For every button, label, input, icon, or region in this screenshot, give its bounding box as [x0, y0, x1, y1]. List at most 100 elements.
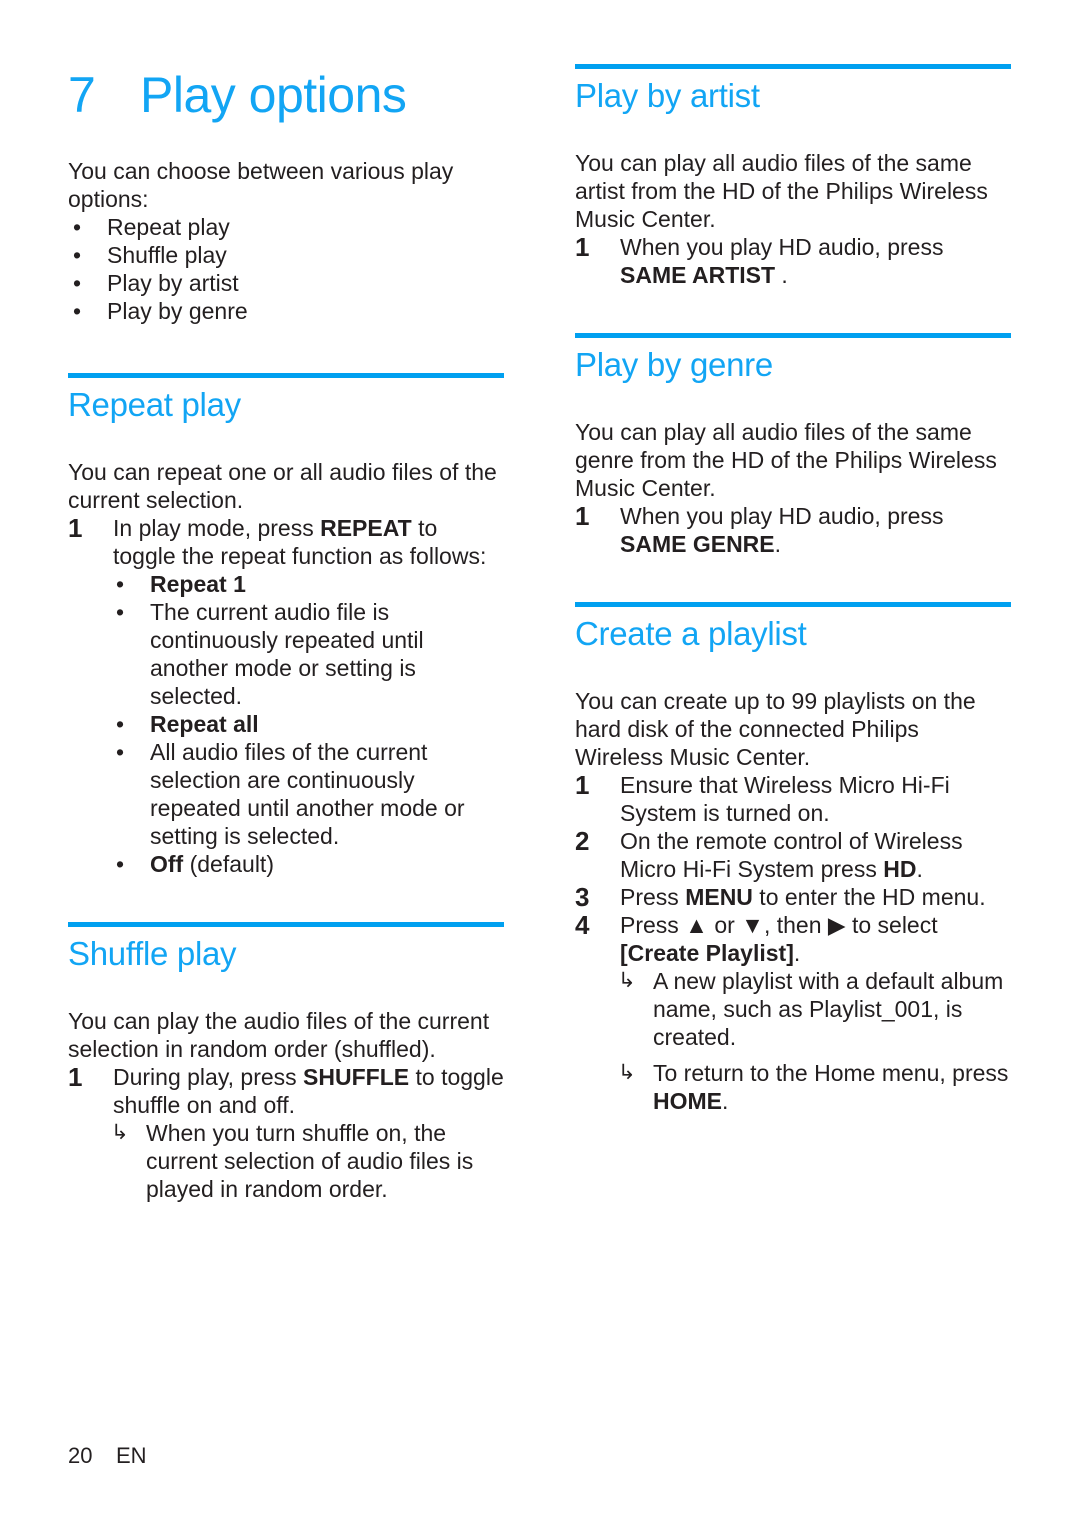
list-item-label: Repeat play: [107, 214, 230, 240]
mode-desc: All audio files of the current selection…: [150, 738, 465, 849]
intro-paragraph: You can choose between various play opti…: [68, 158, 454, 212]
chapter-number: 7: [68, 67, 96, 123]
section-heading: Create a playlist: [575, 614, 807, 652]
list-item: • Shuffle play: [68, 241, 504, 269]
step-text: In play mode, press: [113, 514, 321, 541]
step-number: 1: [575, 769, 590, 800]
result-item: ↳ When you turn shuffle on, the current …: [111, 1119, 504, 1203]
result-text-before: To return to the Home menu, press: [653, 1059, 1009, 1086]
mode-desc: The current audio file is continuously r…: [150, 598, 424, 709]
list-item-label: Repeat all: [150, 710, 504, 738]
step-body: Ensure that Wireless Micro Hi-Fi System …: [620, 771, 1011, 827]
bullet-icon: •: [73, 270, 82, 296]
section-repeat-play: Repeat play You can repeat one or all au…: [68, 373, 504, 878]
section-play-by-genre: Play by genre You can play all audio fil…: [575, 332, 1011, 558]
step-text: When you play HD audio, press: [620, 233, 944, 260]
key-label: REPEAT: [320, 514, 412, 541]
key-label: SAME ARTIST: [620, 261, 776, 288]
result-text: A new playlist with a default album name…: [653, 967, 1011, 1051]
step-body: Press MENU to enter the HD menu.: [620, 883, 1011, 911]
list-item-label: The current audio file is continuously r…: [150, 598, 504, 710]
chapter-title: Play options: [140, 67, 407, 123]
step-text: During play, press: [113, 1063, 304, 1090]
key-label: HOME: [653, 1087, 722, 1114]
key-label: MENU: [685, 883, 753, 910]
mode-name: Repeat 1: [150, 570, 246, 597]
step-text: When you play HD audio, press: [620, 502, 944, 529]
section-rule: [575, 332, 1011, 338]
section-rule: [575, 64, 1011, 69]
step-text-cont: .: [916, 855, 923, 882]
key-label: HD: [883, 855, 917, 882]
play-options-list: • Repeat play • Shuffle play • Play by a…: [68, 213, 504, 325]
document-page: 7 Play options You can choose between va…: [0, 0, 1080, 1527]
list-item-label: All audio files of the current selection…: [150, 738, 504, 850]
right-column: Play by artist You can play all audio fi…: [575, 0, 1011, 1115]
mode-name: Repeat all: [150, 710, 259, 737]
chapter-heading: 7 Play options: [68, 0, 504, 123]
key-label: [Create Playlist]: [620, 939, 794, 966]
step-item: 3 Press MENU to enter the HD menu.: [575, 883, 1011, 911]
artist-steps: 1 When you play HD audio, press SAME ART…: [575, 233, 1011, 289]
step-body: On the remote control of Wireless Micro …: [620, 827, 1011, 883]
step-number: 1: [575, 231, 590, 262]
repeat-modes-list: • Repeat 1 • The current audio file is c…: [68, 570, 504, 878]
list-item: • The current audio file is continuously…: [111, 598, 504, 710]
result-item: ↳ To return to the Home menu, press HOME…: [618, 1059, 1011, 1115]
section-paragraph: You can play all audio files of the same…: [575, 149, 988, 232]
section-rule: [575, 601, 1011, 607]
list-item: • Play by artist: [68, 269, 504, 297]
language-code: EN: [116, 1443, 147, 1468]
step-number: 1: [68, 1061, 83, 1092]
shuffle-results: ↳ When you turn shuffle on, the current …: [68, 1119, 504, 1203]
section-paragraph: You can create up to 99 playlists on the…: [575, 687, 976, 770]
step-item: 2 On the remote control of Wireless Micr…: [575, 827, 1011, 883]
step-item: 1 When you play HD audio, press SAME GEN…: [575, 502, 1011, 558]
result-text: To return to the Home menu, press HOME.: [653, 1059, 1011, 1115]
bullet-icon: •: [116, 850, 125, 877]
step-item: 1 When you play HD audio, press SAME ART…: [575, 233, 1011, 289]
section-paragraph: You can play all audio files of the same…: [575, 418, 997, 501]
result-arrow-icon: ↳: [618, 1060, 636, 1084]
bullet-icon: •: [116, 570, 125, 597]
step-text-cont: .: [793, 939, 801, 966]
section-heading: Repeat play: [68, 386, 241, 423]
step-item: 4 Press ▲ or ▼, then ▶ to select [Create…: [575, 911, 1011, 967]
result-text: When you turn shuffle on, the current se…: [146, 1119, 474, 1202]
section-heading: Shuffle play: [68, 934, 237, 972]
step-number: 3: [575, 881, 590, 912]
bullet-icon: •: [73, 214, 82, 240]
result-text-before: A new playlist with a default album name…: [653, 967, 1004, 1050]
section-shuffle-play: Shuffle play You can play the audio file…: [68, 921, 504, 1203]
section-paragraph: You can repeat one or all audio files of…: [68, 458, 497, 513]
step-number: 1: [68, 512, 83, 543]
repeat-steps: 1 In play mode, press REPEAT to toggle t…: [68, 514, 504, 570]
result-arrow-icon: ↳: [618, 968, 636, 992]
bullet-icon: •: [73, 242, 82, 268]
section-paragraph: You can play the audio files of the curr…: [68, 1007, 490, 1062]
page-number: 20: [68, 1443, 93, 1468]
step-item: 1 In play mode, press REPEAT to toggle t…: [68, 514, 504, 570]
step-item: 1 Ensure that Wireless Micro Hi-Fi Syste…: [575, 771, 1011, 827]
step-text: Press: [620, 883, 686, 910]
section-heading: Play by artist: [575, 77, 760, 114]
list-item: • Play by genre: [68, 297, 504, 325]
step-text: Ensure that Wireless Micro Hi-Fi System …: [620, 771, 950, 826]
step-body: During play, press SHUFFLE to toggle shu…: [113, 1063, 504, 1119]
section-rule: [68, 921, 504, 927]
key-label: SHUFFLE: [303, 1063, 410, 1090]
section-play-by-artist: Play by artist You can play all audio fi…: [575, 0, 1011, 289]
section-create-a-playlist: Create a playlist You can create up to 9…: [575, 601, 1011, 1115]
key-label: SAME GENRE: [620, 530, 775, 557]
step-body: In play mode, press REPEAT to toggle the…: [113, 514, 504, 570]
result-arrow-icon: ↳: [111, 1120, 129, 1144]
step-text-cont: .: [775, 261, 788, 288]
result-text-after: .: [722, 1087, 729, 1114]
bullet-icon: •: [116, 598, 125, 625]
step-number: 4: [575, 909, 590, 940]
step-body: Press ▲ or ▼, then ▶ to select [Create P…: [620, 911, 1011, 967]
step-text-cont: to enter the HD menu.: [752, 883, 986, 910]
step-text-cont: .: [774, 530, 782, 557]
shuffle-steps: 1 During play, press SHUFFLE to toggle s…: [68, 1063, 504, 1119]
list-item-label: Play by genre: [107, 298, 248, 324]
